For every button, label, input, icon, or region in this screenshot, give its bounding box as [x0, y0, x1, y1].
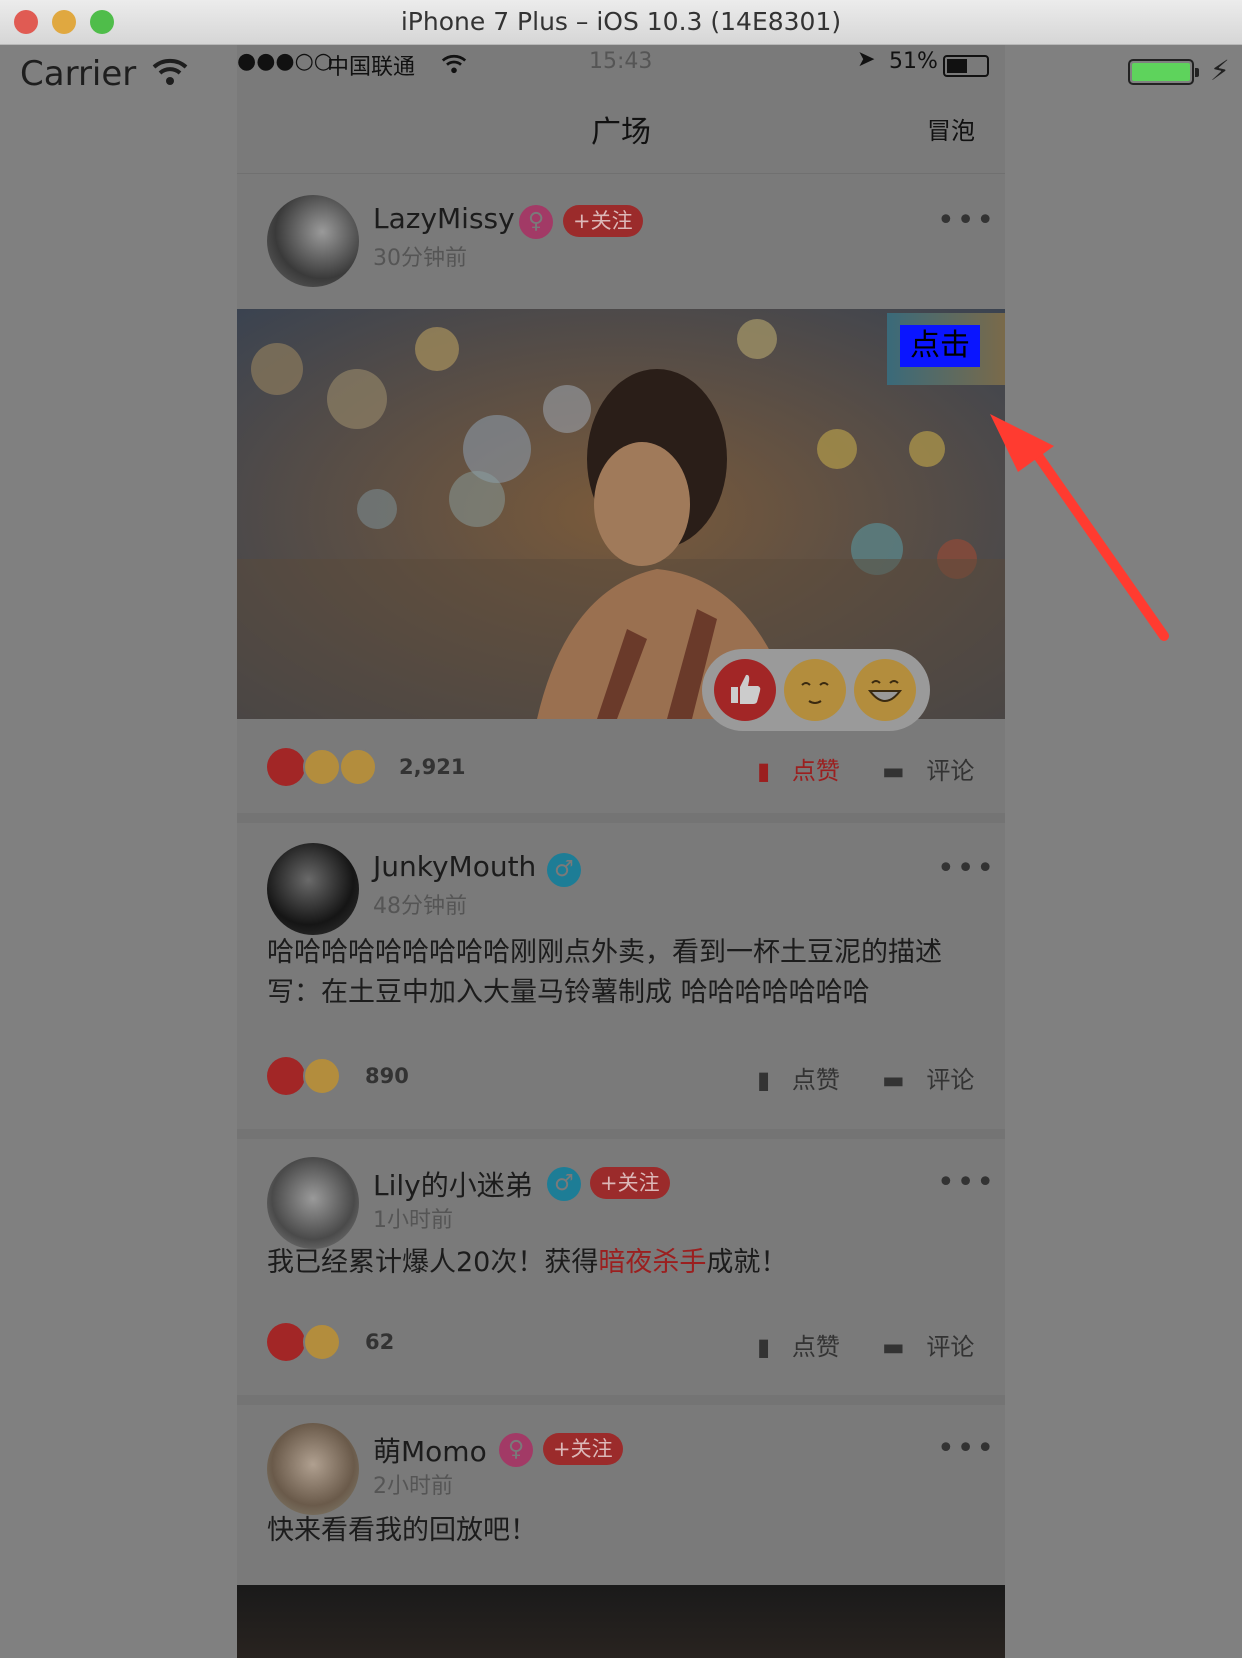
- more-icon[interactable]: •••: [937, 851, 996, 886]
- reaction-count: 2,921: [399, 755, 466, 779]
- blush-reaction-icon: [303, 1323, 341, 1361]
- phone-carrier: 中国联通: [327, 55, 416, 80]
- post-time: 1小时前: [373, 1208, 453, 1233]
- like-reaction-icon: [267, 1057, 305, 1095]
- post-time: 30分钟前: [373, 246, 467, 271]
- card-divider: [237, 813, 1005, 823]
- phone-time: 15:43: [589, 49, 653, 74]
- arrow-annotation: [990, 414, 1169, 641]
- phone-battery-percent: 51%: [889, 49, 938, 74]
- signal-indicator: ●●●○○: [237, 49, 333, 74]
- phone-screen: ●●●○○ 中国联通 15:43 ➤ 51% 广场 冒泡 LazyMissy ♀…: [237, 45, 1005, 1658]
- location-icon: ➤: [857, 47, 876, 72]
- like-reaction-icon: [267, 1323, 305, 1361]
- click-button[interactable]: 点击: [900, 325, 980, 367]
- more-icon[interactable]: •••: [937, 1165, 996, 1200]
- like-button[interactable]: ▮ 点赞: [757, 1327, 840, 1362]
- blush-emoji-icon[interactable]: [784, 659, 846, 721]
- blush-reaction-icon: [303, 748, 341, 786]
- thumbs-up-icon: ▮: [757, 1333, 771, 1361]
- page-title: 广场: [591, 115, 651, 150]
- thumbs-up-icon: [731, 674, 761, 704]
- grin-emoji-icon[interactable]: [854, 659, 916, 721]
- window-titlebar: iPhone 7 Plus – iOS 10.3 (14E8301): [0, 0, 1242, 45]
- female-gender-icon: ♀: [499, 1433, 533, 1467]
- bubble-button[interactable]: 冒泡: [927, 111, 975, 146]
- nav-divider: [237, 173, 1005, 174]
- post-text: 哈哈哈哈哈哈哈哈哈刚刚点外卖，看到一杯土豆泥的描述写：在土豆中加入大量马铃薯制成…: [267, 937, 942, 1008]
- reaction-popup: [702, 649, 930, 731]
- phone-wifi-icon: [441, 54, 467, 74]
- follow-button[interactable]: +关注: [590, 1167, 670, 1199]
- post-time: 48分钟前: [373, 894, 467, 919]
- reaction-count: 890: [365, 1064, 409, 1088]
- grin-reaction-icon: [339, 748, 377, 786]
- like-reaction-icon: [267, 748, 305, 786]
- like-button[interactable]: ▮ 点赞: [757, 751, 840, 786]
- follow-button[interactable]: +关注: [543, 1433, 623, 1465]
- battery-icon: [1128, 59, 1199, 85]
- username[interactable]: 萌Momo: [373, 1430, 487, 1470]
- card-divider: [237, 1395, 1005, 1405]
- comment-button[interactable]: ▬ 评论: [882, 751, 974, 786]
- reaction-like-button[interactable]: [714, 659, 776, 721]
- window-title: iPhone 7 Plus – iOS 10.3 (14E8301): [400, 7, 842, 36]
- achievement-highlight: 暗夜杀手: [598, 1247, 707, 1278]
- male-gender-icon: ♂: [547, 1167, 581, 1201]
- username[interactable]: LazyMissy: [373, 202, 515, 235]
- thumbs-up-icon: ▮: [757, 757, 771, 785]
- comment-button[interactable]: ▬ 评论: [882, 1060, 974, 1095]
- thumbs-up-icon: ▮: [757, 1066, 771, 1094]
- post-text: 快来看看我的回放吧！: [267, 1515, 537, 1546]
- post-text: 我已经累计爆人20次！获得暗夜杀手成就！: [267, 1247, 788, 1278]
- card-divider: [237, 1129, 1005, 1139]
- username[interactable]: Lily的小迷弟: [373, 1164, 533, 1204]
- more-icon[interactable]: •••: [937, 203, 996, 238]
- like-button[interactable]: ▮ 点赞: [757, 1060, 840, 1095]
- more-icon[interactable]: •••: [937, 1431, 996, 1466]
- avatar[interactable]: [267, 195, 359, 287]
- avatar[interactable]: [267, 1157, 359, 1249]
- phone-status-bar: ●●●○○ 中国联通 15:43 ➤ 51%: [237, 45, 1005, 85]
- post-photo[interactable]: [237, 1585, 1005, 1658]
- username[interactable]: JunkyMouth: [373, 850, 536, 883]
- male-gender-icon: ♂: [547, 853, 581, 887]
- avatar[interactable]: [267, 843, 359, 935]
- reaction-count: 62: [365, 1330, 395, 1354]
- comment-icon: ▬: [882, 1333, 905, 1361]
- follow-button[interactable]: +关注: [563, 205, 643, 237]
- avatar[interactable]: [267, 1423, 359, 1515]
- comment-button[interactable]: ▬ 评论: [882, 1327, 974, 1362]
- bolt-icon: ⚡: [1210, 54, 1230, 87]
- comment-icon: ▬: [882, 1066, 905, 1094]
- phone-battery-icon: [943, 55, 989, 77]
- blush-reaction-icon: [303, 1057, 341, 1095]
- comment-icon: ▬: [882, 757, 905, 785]
- female-gender-icon: ♀: [519, 205, 553, 239]
- post-time: 2小时前: [373, 1474, 453, 1499]
